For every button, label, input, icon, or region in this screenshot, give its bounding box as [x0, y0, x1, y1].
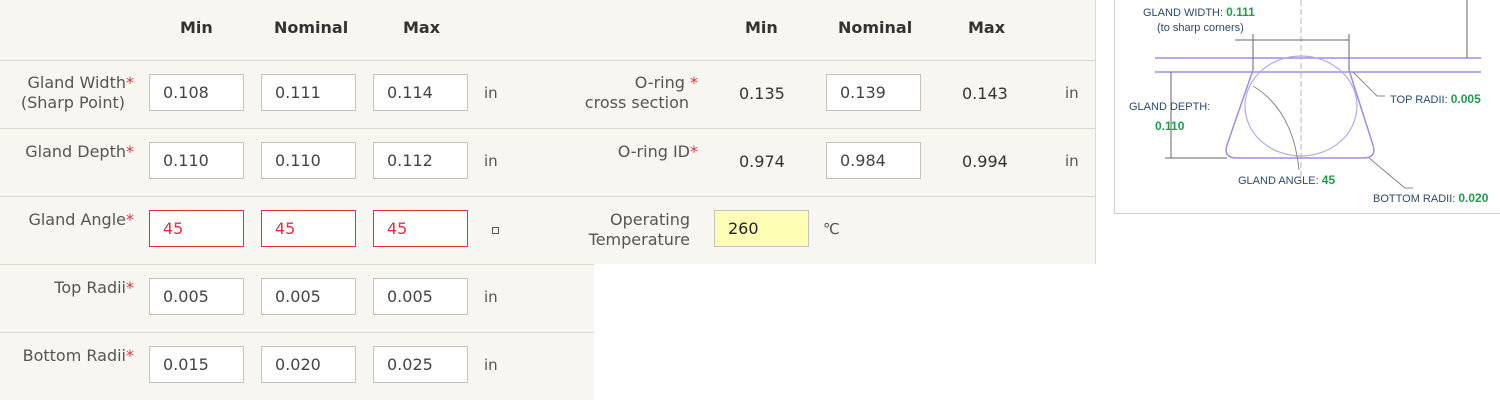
diagram-gland-depth-label: GLAND DEPTH:: [1129, 101, 1211, 113]
header-min-oring: Min: [745, 18, 778, 37]
diagram-gland-angle: GLAND ANGLE: 45: [1238, 173, 1336, 187]
top-radii-label: Top Radii*: [54, 278, 134, 297]
row-divider: [0, 332, 594, 333]
operating-temperature-label: Operating Temperature: [588, 210, 690, 249]
degree-icon: [492, 227, 499, 234]
temperature-unit: ℃: [823, 220, 840, 238]
gland-angle-label: Gland Angle*: [28, 210, 134, 229]
header-min: Min: [180, 18, 213, 37]
diagram-sharp-corners: (to sharp corners): [1157, 22, 1244, 34]
gland-depth-min-input[interactable]: 0.110: [149, 142, 244, 179]
gland-angle-min-input[interactable]: 45: [149, 210, 244, 247]
top-radii-max-input[interactable]: 0.005: [373, 278, 468, 315]
gland-diagram: GLAND WIDTH: 0.111 (to sharp corners) GL…: [1114, 0, 1500, 214]
row-divider: [0, 196, 1095, 197]
gland-width-nominal-input[interactable]: 0.111: [261, 74, 356, 111]
header-max: Max: [403, 18, 441, 37]
oring-id-unit: in: [1065, 152, 1079, 170]
oring-id-nominal-input[interactable]: 0.984: [826, 142, 921, 179]
gland-width-unit: in: [484, 84, 498, 102]
gland-depth-max-input[interactable]: 0.112: [373, 142, 468, 179]
row-divider: [0, 60, 1095, 61]
gland-width-max-input[interactable]: 0.114: [373, 74, 468, 111]
oring-id-max: 0.994: [962, 152, 1008, 171]
oring-id-label: O-ring ID*: [617, 142, 698, 161]
oring-cross-section-nominal-input[interactable]: 0.139: [826, 74, 921, 111]
diagram-top-radii: TOP RADII: 0.005: [1390, 92, 1481, 106]
operating-temperature-input[interactable]: 260: [714, 210, 809, 247]
diagram-gland-depth-value: 0.110: [1155, 119, 1185, 133]
gland-depth-label: Gland Depth*: [25, 142, 134, 161]
bottom-radii-label: Bottom Radii*: [22, 346, 134, 365]
gland-width-min-input[interactable]: 0.108: [149, 74, 244, 111]
gland-depth-unit: in: [484, 152, 498, 170]
bottom-radii-unit: in: [484, 356, 498, 374]
oring-cross-section-max: 0.143: [962, 84, 1008, 103]
diagram-bottom-radii: BOTTOM RADII: 0.020: [1373, 191, 1489, 205]
header-nominal: Nominal: [274, 18, 349, 37]
gland-width-label: Gland Width* (Sharp Point): [20, 73, 134, 112]
gland-angle-nominal-input[interactable]: 45: [261, 210, 356, 247]
diagram-gland-width: GLAND WIDTH: 0.111: [1143, 5, 1255, 19]
oring-id-min: 0.974: [739, 152, 785, 171]
top-radii-nominal-input[interactable]: 0.005: [261, 278, 356, 315]
gland-angle-max-input[interactable]: 45: [373, 210, 468, 247]
oring-cross-section-unit: in: [1065, 84, 1079, 102]
gland-depth-nominal-input[interactable]: 0.110: [261, 142, 356, 179]
row-divider: [0, 264, 594, 265]
top-radii-min-input[interactable]: 0.005: [149, 278, 244, 315]
header-nominal-oring: Nominal: [838, 18, 913, 37]
oring-cross-section-label: O-ring * cross section: [584, 73, 698, 112]
header-max-oring: Max: [968, 18, 1006, 37]
oring-cross-section-min: 0.135: [739, 84, 785, 103]
row-divider: [0, 128, 1095, 129]
bottom-radii-max-input[interactable]: 0.025: [373, 346, 468, 383]
bottom-radii-min-input[interactable]: 0.015: [149, 346, 244, 383]
top-radii-unit: in: [484, 288, 498, 306]
bottom-radii-nominal-input[interactable]: 0.020: [261, 346, 356, 383]
